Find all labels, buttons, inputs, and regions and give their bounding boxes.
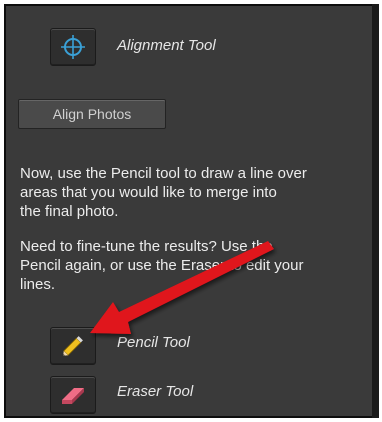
align-photos-button[interactable]: Align Photos — [18, 99, 166, 129]
pencil-tool-button[interactable] — [50, 327, 96, 365]
instruction-line: lines. — [20, 276, 56, 293]
instruction-line: the final photo. — [20, 203, 119, 220]
panel-right-edge — [372, 4, 379, 418]
eraser-icon — [62, 388, 84, 404]
instruction-line: areas that you would like to merge into — [20, 184, 277, 201]
alignment-tool-button[interactable] — [50, 28, 96, 66]
alignment-tool-label: Alignment Tool — [117, 37, 216, 54]
instruction-line: Pencil again, or use the Eraser to edit … — [20, 257, 304, 274]
instruction-line: Now, use the Pencil tool to draw a line … — [20, 165, 307, 182]
pencil-icon — [63, 336, 83, 356]
instruction-line: Need to fine-tune the results? Use the — [20, 238, 273, 255]
eraser-tool-button[interactable] — [50, 376, 96, 414]
pencil-tool-label: Pencil Tool — [117, 334, 190, 351]
crosshair-icon — [61, 35, 85, 59]
instructions-paragraph-2: Need to fine-tune the results? Use the P… — [20, 237, 350, 294]
instructions-paragraph-1: Now, use the Pencil tool to draw a line … — [20, 164, 350, 221]
eraser-tool-label: Eraser Tool — [117, 383, 194, 400]
